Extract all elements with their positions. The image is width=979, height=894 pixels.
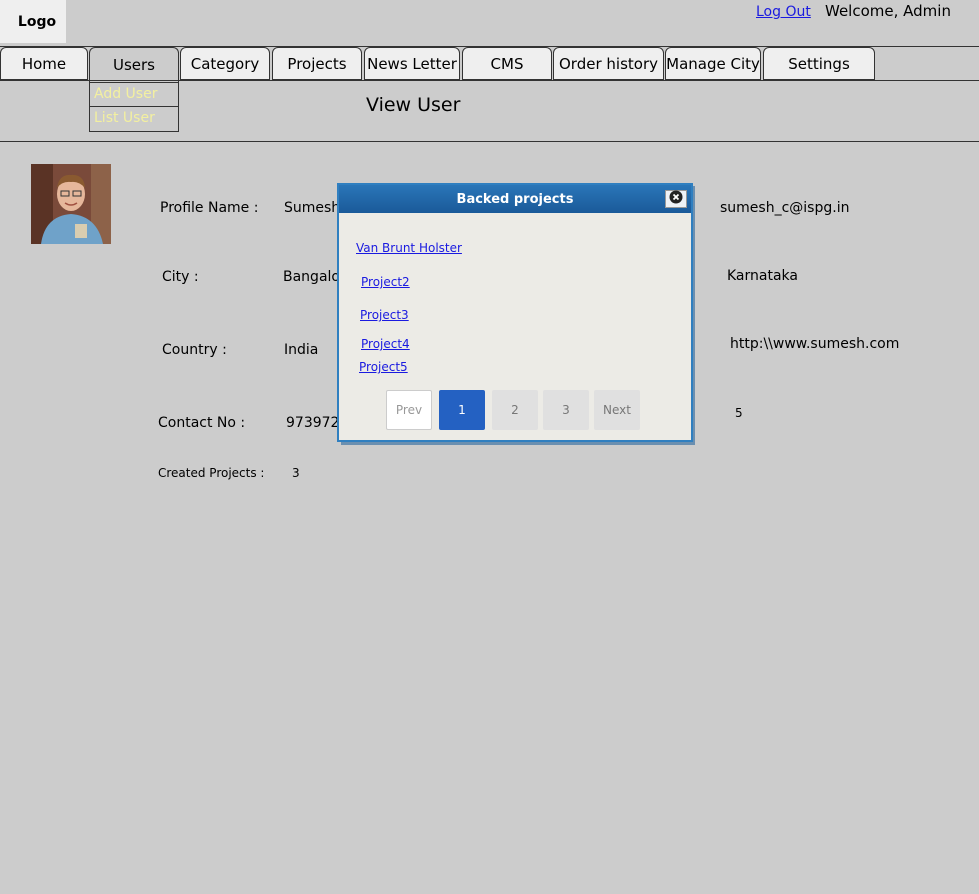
project-link[interactable]: Project2: [361, 275, 410, 289]
created-projects-value: 3: [292, 466, 300, 480]
city-label: City :: [162, 269, 199, 285]
backed-projects-modal: Backed projects Van Brunt Holster Projec…: [337, 183, 693, 442]
project-link[interactable]: Project4: [361, 337, 410, 351]
tab-category[interactable]: Category: [180, 47, 270, 80]
profile-name-label: Profile Name :: [160, 200, 259, 216]
pagination-prev-button[interactable]: Prev: [386, 390, 432, 430]
contact-value: 973972: [286, 415, 340, 431]
tab-manage-city[interactable]: Manage City: [665, 47, 761, 80]
list-user-item[interactable]: List User: [90, 107, 178, 131]
profile-name-value: Sumesh: [284, 200, 341, 216]
website-value: http:\\www.sumesh.com: [730, 336, 900, 352]
close-icon: [669, 190, 683, 208]
country-value: India: [284, 342, 319, 358]
country-label: Country :: [162, 342, 227, 358]
page-title: View User: [366, 94, 461, 116]
header-divider: [0, 141, 979, 142]
project-link[interactable]: Project3: [360, 308, 409, 322]
created-projects-label: Created Projects :: [158, 466, 265, 480]
pagination-page-2[interactable]: 2: [492, 390, 538, 430]
users-dropdown: Add User List User: [89, 82, 179, 132]
pagination-page-1[interactable]: 1: [439, 390, 485, 430]
pagination-page-3[interactable]: 3: [543, 390, 589, 430]
pagination-next-button[interactable]: Next: [594, 390, 640, 430]
avatar: [31, 164, 111, 244]
tab-news-letter[interactable]: News Letter: [364, 47, 460, 80]
logout-link[interactable]: Log Out: [756, 4, 811, 20]
state-value: Karnataka: [727, 268, 798, 284]
tab-cms[interactable]: CMS: [462, 47, 552, 80]
nav-divider-bottom: [0, 80, 979, 81]
tab-users[interactable]: Users: [89, 47, 179, 82]
contact-label: Contact No :: [158, 415, 246, 431]
project-link[interactable]: Project5: [359, 360, 408, 374]
tab-settings[interactable]: Settings: [763, 47, 875, 80]
project-link[interactable]: Van Brunt Holster: [356, 241, 462, 255]
welcome-text: Welcome, Admin: [825, 2, 951, 20]
backed-projects-count[interactable]: 5: [735, 406, 743, 420]
email-value: sumesh_c@ispg.in: [720, 200, 850, 216]
modal-title: Backed projects: [456, 191, 574, 207]
close-button[interactable]: [665, 190, 687, 208]
tab-order-history[interactable]: Order history: [553, 47, 664, 80]
modal-header: Backed projects: [339, 185, 691, 213]
add-user-item[interactable]: Add User: [90, 83, 178, 107]
tab-home[interactable]: Home: [0, 47, 88, 80]
logo: Logo: [0, 0, 66, 43]
tab-projects[interactable]: Projects: [272, 47, 362, 80]
